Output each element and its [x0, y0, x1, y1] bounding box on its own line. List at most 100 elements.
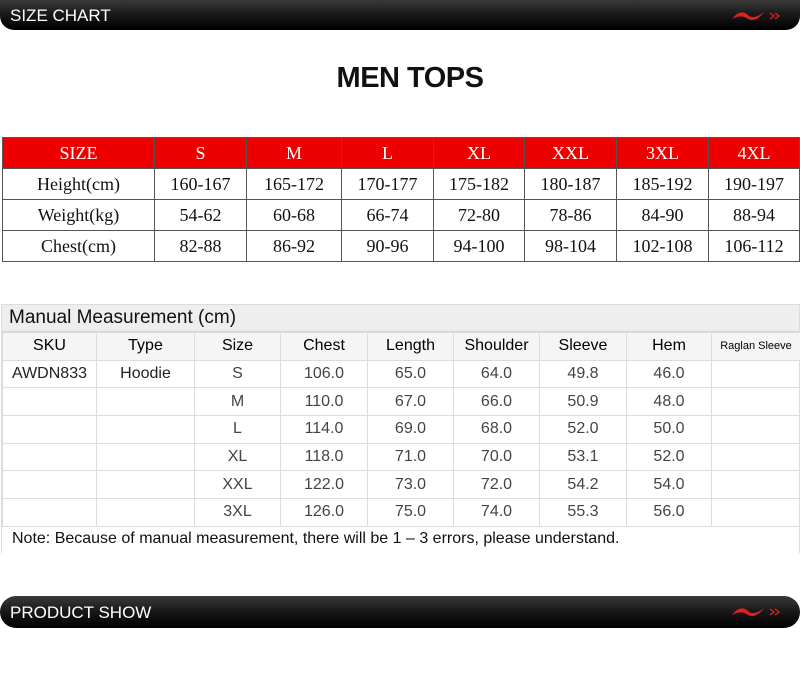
length-cell: 75.0 — [367, 498, 454, 527]
raglan-sleeve-cell — [711, 415, 800, 444]
shoulder-cell: 72.0 — [453, 470, 540, 500]
length-cell: 73.0 — [367, 470, 454, 500]
size-chart-row-chest: Chest(cm) 82-88 86-92 90-96 94-100 98-10… — [2, 230, 800, 262]
hem-cell: 50.0 — [626, 415, 712, 444]
size-chart-row-weight: Weight(kg) 54-62 60-68 66-74 72-80 78-86… — [2, 199, 800, 231]
length-cell: 69.0 — [367, 415, 454, 444]
size-value-cell: 86-92 — [246, 230, 342, 262]
brand-logo-icon — [732, 608, 781, 617]
size-header-cell: 4XL — [708, 137, 800, 169]
hem-cell: 54.0 — [626, 470, 712, 500]
sleeve-cell: 49.8 — [539, 359, 627, 389]
type-cell — [96, 387, 195, 417]
size-header-cell: M — [246, 137, 342, 169]
measurement-note: Note: Because of manual measurement, the… — [2, 526, 799, 553]
manual-measurement-title: Manual Measurement (cm) — [2, 305, 799, 332]
size-chart-table: SIZE S M L XL XXL 3XL 4XL Height(cm) 160… — [2, 137, 800, 262]
raglan-sleeve-cell — [711, 387, 800, 417]
column-header: Type — [96, 332, 195, 361]
size-value-cell: 88-94 — [708, 199, 800, 231]
table-row: M 110.0 67.0 66.0 50.9 48.0 — [2, 387, 800, 417]
size-chart-header-row: SIZE S M L XL XXL 3XL 4XL — [2, 137, 800, 169]
size-value-cell: 190-197 — [708, 168, 800, 200]
row-label: Chest(cm) — [2, 230, 155, 262]
brand-logo-icon — [732, 12, 781, 21]
size-cell: L — [194, 415, 281, 444]
length-cell: 71.0 — [367, 442, 454, 472]
size-value-cell: 78-86 — [524, 199, 617, 231]
chest-cell: 114.0 — [280, 415, 368, 444]
sleeve-cell: 55.3 — [539, 498, 627, 527]
sleeve-cell: 50.9 — [539, 387, 627, 417]
column-header: Chest — [280, 332, 368, 361]
row-label: Weight(kg) — [2, 199, 155, 231]
size-value-cell: 185-192 — [616, 168, 709, 200]
size-header-cell: S — [154, 137, 247, 169]
type-cell — [96, 415, 195, 444]
sku-cell — [2, 415, 97, 444]
sleeve-cell: 52.0 — [539, 415, 627, 444]
size-value-cell: 102-108 — [616, 230, 709, 262]
type-cell — [96, 442, 195, 472]
hem-cell: 56.0 — [626, 498, 712, 527]
raglan-sleeve-cell — [711, 498, 800, 527]
sku-cell — [2, 387, 97, 417]
size-value-cell: 82-88 — [154, 230, 247, 262]
size-value-cell: 165-172 — [246, 168, 342, 200]
raglan-sleeve-cell — [711, 442, 800, 472]
manual-measurement-table: SKU Type Size Chest Length Shoulder Slee… — [2, 332, 800, 527]
chest-cell: 122.0 — [280, 470, 368, 500]
size-header-cell: XXL — [524, 137, 617, 169]
manual-header-row: SKU Type Size Chest Length Shoulder Slee… — [2, 332, 800, 361]
chest-cell: 126.0 — [280, 498, 368, 527]
size-value-cell: 72-80 — [433, 199, 525, 231]
size-cell: S — [194, 359, 281, 389]
column-header: Sleeve — [539, 332, 627, 361]
type-cell — [96, 470, 195, 500]
raglan-sleeve-cell — [711, 359, 800, 389]
sku-cell: AWDN833 — [2, 359, 97, 389]
sleeve-cell: 53.1 — [539, 442, 627, 472]
column-header: Length — [367, 332, 454, 361]
size-value-cell: 106-112 — [708, 230, 800, 262]
column-header: Size — [194, 332, 281, 361]
table-row: XXL 122.0 73.0 72.0 54.2 54.0 — [2, 470, 800, 500]
type-cell — [96, 498, 195, 527]
chest-cell: 106.0 — [280, 359, 368, 389]
shoulder-cell: 64.0 — [453, 359, 540, 389]
column-header: SKU — [2, 332, 97, 361]
length-cell: 67.0 — [367, 387, 454, 417]
column-header: Shoulder — [453, 332, 540, 361]
banner-title: SIZE CHART — [10, 6, 111, 25]
table-row: XL 118.0 71.0 70.0 53.1 52.0 — [2, 442, 800, 472]
hem-cell: 48.0 — [626, 387, 712, 417]
size-cell: M — [194, 387, 281, 417]
size-value-cell: 84-90 — [616, 199, 709, 231]
size-value-cell: 160-167 — [154, 168, 247, 200]
chest-cell: 118.0 — [280, 442, 368, 472]
table-row: L 114.0 69.0 68.0 52.0 50.0 — [2, 415, 800, 444]
product-show-banner: PRODUCT SHOW — [0, 596, 800, 628]
size-header-cell: XL — [433, 137, 525, 169]
sku-cell — [2, 498, 97, 527]
hem-cell: 52.0 — [626, 442, 712, 472]
size-value-cell: 66-74 — [341, 199, 434, 231]
size-value-cell: 90-96 — [341, 230, 434, 262]
size-chart-row-height: Height(cm) 160-167 165-172 170-177 175-1… — [2, 168, 800, 200]
size-cell: XXL — [194, 470, 281, 500]
shoulder-cell: 66.0 — [453, 387, 540, 417]
hem-cell: 46.0 — [626, 359, 712, 389]
column-header: Raglan Sleeve — [711, 332, 800, 361]
chest-cell: 110.0 — [280, 387, 368, 417]
column-header: Hem — [626, 332, 712, 361]
sku-cell — [2, 470, 97, 500]
sleeve-cell: 54.2 — [539, 470, 627, 500]
raglan-sleeve-cell — [711, 470, 800, 500]
size-cell: 3XL — [194, 498, 281, 527]
size-value-cell: 170-177 — [341, 168, 434, 200]
manual-measurement-panel: Manual Measurement (cm) SKU Type Size Ch… — [1, 304, 800, 553]
page-title: MEN TOPS — [336, 62, 484, 94]
size-value-cell: 60-68 — [246, 199, 342, 231]
type-cell: Hoodie — [96, 359, 195, 389]
row-label: Height(cm) — [2, 168, 155, 200]
